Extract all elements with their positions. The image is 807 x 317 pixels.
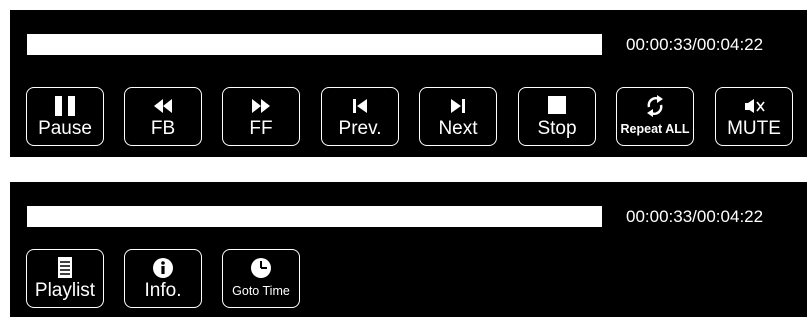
- next-track-icon: [420, 94, 496, 118]
- progress-bar[interactable]: [27, 34, 602, 55]
- stop-button[interactable]: Stop: [518, 87, 596, 146]
- pause-label: Pause: [38, 118, 92, 139]
- time-readout: 00:00:33/00:04:22: [626, 35, 764, 54]
- clock-icon: [223, 256, 299, 280]
- mute-speaker-icon: [716, 94, 792, 118]
- info-button[interactable]: Info.: [124, 249, 202, 308]
- progress-bar-fill: [27, 34, 100, 55]
- fast-backward-label: FB: [150, 118, 176, 139]
- playlist-label: Playlist: [34, 280, 96, 301]
- extended-control-bar: 00:00:33/00:04:22 Playlist Info. Goto Ti…: [10, 182, 807, 317]
- fast-forward-button[interactable]: FF: [222, 87, 300, 146]
- time-readout: 00:00:33/00:04:22: [626, 207, 764, 226]
- goto-time-button[interactable]: Goto Time: [222, 249, 300, 308]
- info-icon: [125, 256, 201, 280]
- playback-control-bar: 00:00:33/00:04:22 Pause FB FF Prev. Next: [10, 10, 807, 157]
- repeat-icon: [617, 94, 693, 118]
- playlist-button[interactable]: Playlist: [26, 249, 104, 308]
- stop-icon: [519, 94, 595, 118]
- progress-bar-fill: [27, 206, 100, 227]
- next-button[interactable]: Next: [419, 87, 497, 146]
- previous-label: Prev.: [338, 118, 382, 139]
- next-label: Next: [438, 118, 478, 139]
- repeat-all-button[interactable]: Repeat ALL: [616, 87, 694, 146]
- mute-button[interactable]: MUTE: [715, 87, 793, 146]
- progress-bar[interactable]: [27, 206, 602, 227]
- fast-forward-label: FF: [249, 118, 273, 139]
- fast-forward-icon: [223, 94, 299, 118]
- previous-track-icon: [322, 94, 398, 118]
- playlist-icon: [27, 256, 103, 280]
- info-label: Info.: [144, 280, 182, 301]
- stop-label: Stop: [537, 118, 577, 139]
- fast-backward-icon: [125, 94, 201, 118]
- fast-backward-button[interactable]: FB: [124, 87, 202, 146]
- repeat-all-label: Repeat ALL: [620, 122, 690, 136]
- pause-button[interactable]: Pause: [26, 87, 104, 146]
- pause-icon: [27, 94, 103, 118]
- previous-button[interactable]: Prev.: [321, 87, 399, 146]
- goto-time-label: Goto Time: [232, 284, 290, 298]
- mute-label: MUTE: [727, 118, 781, 139]
